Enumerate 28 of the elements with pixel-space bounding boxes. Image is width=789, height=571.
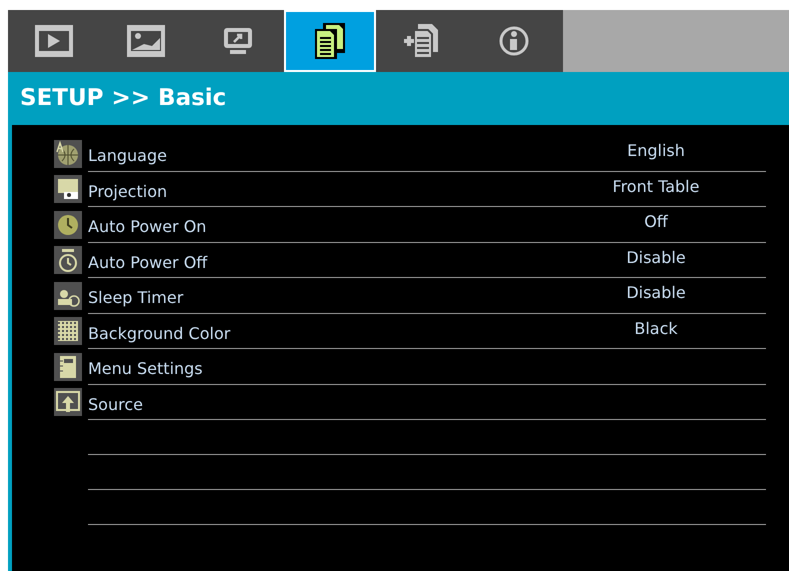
notebook-icon — [54, 352, 82, 381]
setting-label[interactable]: Language — [88, 138, 546, 168]
setting-value: English — [626, 140, 686, 162]
film-play-icon — [34, 24, 74, 58]
menu-tab[interactable] — [284, 10, 376, 72]
projector-icon — [54, 175, 82, 204]
setting-value: Disable — [625, 246, 687, 269]
setting-label[interactable]: Background Color — [88, 316, 546, 346]
setting-label[interactable]: Sleep Timer — [88, 280, 546, 310]
globe-icon — [54, 140, 82, 168]
setting-label[interactable]: Menu Settings — [88, 351, 766, 382]
setting-label[interactable]: Auto Power Off — [88, 244, 546, 275]
setting-value: Black — [633, 318, 679, 340]
film-picture-icon — [126, 24, 166, 58]
timer-icon — [54, 246, 82, 274]
setting-label[interactable]: Projection — [88, 174, 546, 204]
documents-icon — [313, 21, 347, 61]
setting-label[interactable]: Source — [88, 386, 766, 417]
person-clock-icon — [54, 282, 82, 310]
setting-label[interactable]: Auto Power On — [88, 209, 546, 240]
info-icon — [498, 25, 530, 57]
checkerboard-icon — [54, 317, 82, 346]
setting-value: Off — [643, 211, 670, 234]
setting-value: Front Table — [612, 176, 700, 198]
monitor-icon — [222, 26, 254, 56]
page-title: SETUP >> Basic — [20, 84, 226, 114]
clock-icon — [54, 210, 82, 239]
setting-value: Disable — [625, 282, 687, 304]
